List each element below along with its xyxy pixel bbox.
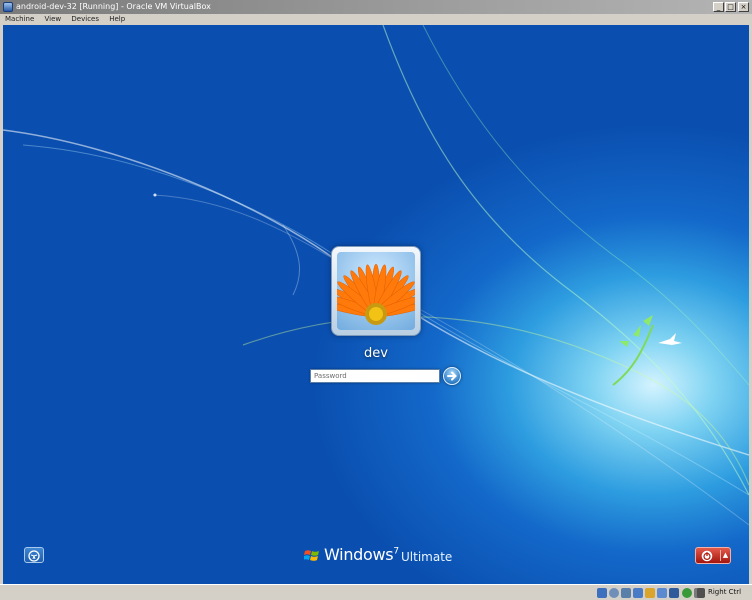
ease-of-access-icon [28, 550, 40, 562]
usb-icon[interactable] [633, 588, 643, 598]
optical-drive-icon[interactable] [609, 588, 619, 598]
window-title: android-dev-32 [Running] - Oracle VM Vir… [16, 2, 211, 11]
guest-display[interactable]: dev Windows7 Ultimate ▲ [3, 25, 749, 584]
network-icon[interactable] [657, 588, 667, 598]
keyboard-icon[interactable] [697, 588, 705, 598]
windows-logo-icon [304, 550, 319, 561]
flower-user-picture [337, 252, 415, 330]
title-bar[interactable]: android-dev-32 [Running] - Oracle VM Vir… [0, 0, 752, 14]
arrow-right-icon [447, 371, 457, 381]
hard-disk-icon[interactable] [597, 588, 607, 598]
ease-of-access-button[interactable] [24, 547, 44, 563]
username-label: dev [364, 346, 388, 361]
shutdown-button[interactable]: ▲ [695, 547, 731, 564]
brand-windows-text: Windows7 [324, 545, 399, 564]
floppy-icon[interactable] [621, 588, 631, 598]
close-button[interactable]: × [738, 2, 749, 12]
menu-machine[interactable]: Machine [2, 14, 37, 25]
menu-bar: Machine View Devices Help [0, 14, 752, 25]
login-submit-button[interactable] [443, 367, 461, 385]
brand-version-text: 7 [393, 546, 399, 557]
virtualbox-app-icon[interactable] [3, 2, 13, 12]
display-icon[interactable] [669, 588, 679, 598]
menu-devices[interactable]: Devices [68, 14, 102, 25]
host-key-label: Right Ctrl [708, 588, 742, 596]
shared-folder-icon[interactable] [645, 588, 655, 598]
power-icon [701, 550, 713, 562]
user-picture-frame[interactable] [331, 246, 421, 336]
virtualbox-window: android-dev-32 [Running] - Oracle VM Vir… [0, 0, 752, 600]
menu-view[interactable]: View [42, 14, 65, 25]
capture-icon[interactable] [682, 588, 692, 598]
menu-help[interactable]: Help [106, 14, 128, 25]
minimize-button[interactable]: _ [713, 2, 724, 12]
shutdown-options-arrow[interactable]: ▲ [720, 550, 730, 561]
status-bar: Right Ctrl [0, 584, 752, 600]
password-input[interactable] [310, 369, 440, 383]
maximize-button[interactable]: □ [725, 2, 736, 12]
brand-edition-text: Ultimate [401, 550, 453, 564]
